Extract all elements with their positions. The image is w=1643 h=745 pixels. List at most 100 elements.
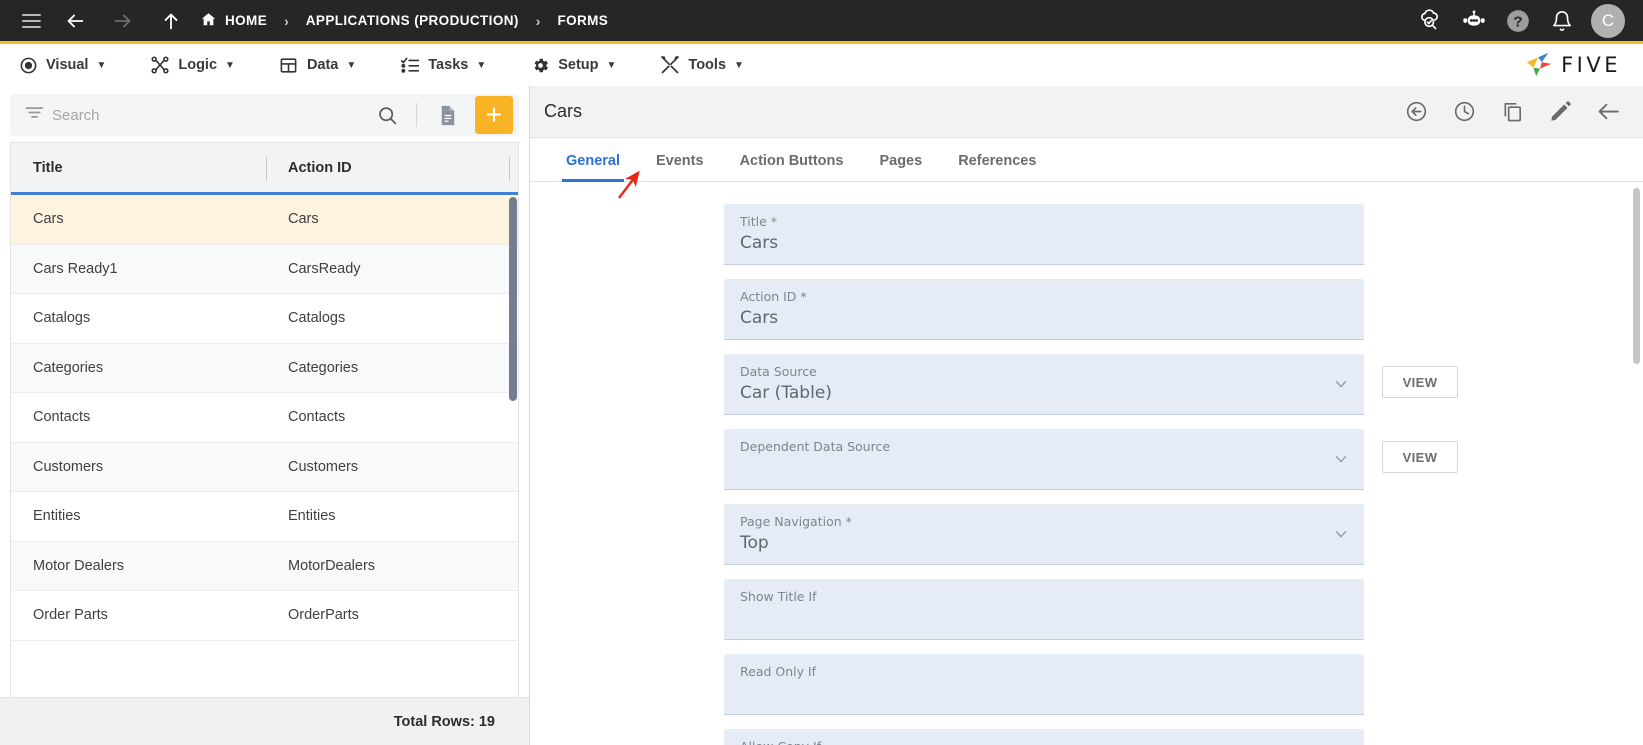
up-arrow-icon[interactable]: [154, 4, 188, 38]
table-row[interactable]: Cars Ready1 CarsReady: [11, 245, 518, 295]
document-icon[interactable]: [431, 99, 463, 131]
field-row-allow-copy-if: Allow Copy If true: [530, 729, 1643, 745]
column-header-title[interactable]: Title: [11, 160, 266, 176]
title-field[interactable]: Title * Cars: [724, 204, 1364, 265]
breadcrumb-item-home[interactable]: HOME: [200, 11, 267, 31]
forward-arrow-icon[interactable]: [106, 4, 140, 38]
tab-general[interactable]: General: [548, 153, 638, 181]
bell-icon[interactable]: [1547, 6, 1577, 36]
dependent-data-source-field[interactable]: Dependent Data Source: [724, 429, 1364, 490]
back-arrow-icon[interactable]: [58, 4, 92, 38]
menu-icon[interactable]: [14, 4, 48, 38]
table-row[interactable]: Categories Categories: [11, 344, 518, 394]
table-row[interactable]: Customers Customers: [11, 443, 518, 493]
allow-copy-if-field[interactable]: Allow Copy If true: [724, 729, 1364, 745]
avatar[interactable]: C: [1591, 4, 1625, 38]
table-row[interactable]: Order Parts OrderParts: [11, 591, 518, 641]
search-input[interactable]: [52, 107, 366, 124]
chevron-down-icon[interactable]: [1332, 525, 1350, 543]
cell-title: Catalogs: [11, 310, 266, 326]
breadcrumb-separator: ›: [284, 13, 289, 29]
cell-title: Categories: [11, 360, 266, 376]
breadcrumb-item-applications[interactable]: APPLICATIONS (PRODUCTION): [306, 13, 519, 28]
page-navigation-field[interactable]: Page Navigation * Top: [724, 504, 1364, 565]
table-row[interactable]: Catalogs Catalogs: [11, 294, 518, 344]
revert-icon[interactable]: [1403, 99, 1429, 125]
field-row-page-navigation: Page Navigation * Top: [530, 504, 1643, 565]
menu-item-tools[interactable]: Tools ▼: [656, 55, 760, 75]
grid-rows: Cars Cars Cars Ready1 CarsReady Catalogs…: [11, 195, 518, 697]
menu-item-data[interactable]: Data ▼: [275, 55, 372, 75]
toolbar-divider: [416, 103, 417, 127]
copy-icon[interactable]: [1499, 99, 1525, 125]
grid-header-row: Title Action ID: [11, 143, 518, 195]
menu-label-tools: Tools: [688, 57, 726, 73]
tab-pages[interactable]: Pages: [861, 153, 940, 181]
table-row[interactable]: Contacts Contacts: [11, 393, 518, 443]
form-scrollbar[interactable]: [1633, 188, 1640, 364]
breadcrumb-item-forms[interactable]: FORMS: [557, 13, 608, 28]
menu-item-setup[interactable]: Setup ▼: [526, 55, 632, 75]
tab-events[interactable]: Events: [638, 153, 722, 181]
field-row-action-id: Action ID * Cars: [530, 279, 1643, 340]
breadcrumb-separator: ›: [536, 13, 541, 29]
breadcrumb-label-home: HOME: [225, 13, 267, 28]
chevron-down-icon: ▼: [96, 60, 106, 71]
field-label: Allow Copy If: [740, 738, 1350, 745]
field-value: [740, 456, 1350, 480]
view-dependent-data-source-button[interactable]: VIEW: [1382, 441, 1458, 473]
field-label: Title *: [740, 213, 1350, 230]
list-scrollbar[interactable]: [509, 197, 517, 401]
cell-title: Cars: [11, 211, 266, 227]
back-arrow-icon[interactable]: [1595, 99, 1621, 125]
cell-action-id: MotorDealers: [266, 558, 518, 574]
table-row[interactable]: Cars Cars: [11, 195, 518, 245]
chevron-down-icon[interactable]: [1332, 375, 1350, 393]
history-clock-icon[interactable]: [1451, 99, 1477, 125]
search-icon[interactable]: [372, 105, 402, 126]
table-row[interactable]: Entities Entities: [11, 492, 518, 542]
tab-action-buttons[interactable]: Action Buttons: [722, 153, 862, 181]
column-divider[interactable]: [266, 157, 267, 181]
view-button-label: VIEW: [1403, 375, 1438, 390]
field-label: Read Only If: [740, 663, 1350, 680]
menu-label-tasks: Tasks: [428, 57, 468, 73]
add-icon[interactable]: +: [475, 96, 513, 134]
cell-action-id: Catalogs: [266, 310, 518, 326]
column-header-action-id[interactable]: Action ID: [266, 160, 518, 176]
help-icon[interactable]: ?: [1503, 6, 1533, 36]
view-data-source-button[interactable]: VIEW: [1382, 366, 1458, 398]
edit-pencil-icon[interactable]: [1547, 99, 1573, 125]
form-scroll-area: Title * Cars Action ID * Cars Data Sourc…: [530, 182, 1643, 745]
avatar-initial: C: [1602, 11, 1614, 31]
tab-label: References: [958, 153, 1036, 169]
menu-item-logic[interactable]: Logic ▼: [146, 55, 251, 75]
tab-references[interactable]: References: [940, 153, 1054, 181]
cell-action-id: OrderParts: [266, 607, 518, 623]
main-body: + Title Action ID Cars Cars Cars Ready: [0, 86, 1643, 745]
breadcrumb: HOME › APPLICATIONS (PRODUCTION) › FORMS: [200, 11, 608, 31]
read-only-if-field[interactable]: Read Only If: [724, 654, 1364, 715]
chevron-down-icon[interactable]: [1332, 450, 1350, 468]
show-title-if-field[interactable]: Show Title If: [724, 579, 1364, 640]
form-detail-panel: Cars: [530, 86, 1643, 745]
menu-item-visual[interactable]: Visual ▼: [14, 55, 122, 75]
field-row-data-source: Data Source Car (Table) VIEW: [530, 354, 1643, 415]
robot-icon[interactable]: [1459, 6, 1489, 36]
tab-label: Action Buttons: [740, 153, 844, 169]
cloud-check-icon[interactable]: [1415, 6, 1445, 36]
chevron-down-icon: ▼: [476, 60, 486, 71]
cell-title: Cars Ready1: [11, 261, 266, 277]
search-toolbar: +: [10, 94, 519, 136]
data-source-field[interactable]: Data Source Car (Table): [724, 354, 1364, 415]
field-value: [740, 606, 1350, 630]
menu-item-tasks[interactable]: Tasks ▼: [396, 55, 502, 75]
column-divider[interactable]: [509, 157, 510, 181]
filter-icon[interactable]: [24, 102, 46, 128]
brand-text: FIVE: [1561, 53, 1621, 77]
cell-title: Order Parts: [11, 607, 266, 623]
action-id-field[interactable]: Action ID * Cars: [724, 279, 1364, 340]
table-row[interactable]: Motor Dealers MotorDealers: [11, 542, 518, 592]
top-bar-actions: ? C: [1415, 4, 1629, 38]
cell-title: Customers: [11, 459, 266, 475]
